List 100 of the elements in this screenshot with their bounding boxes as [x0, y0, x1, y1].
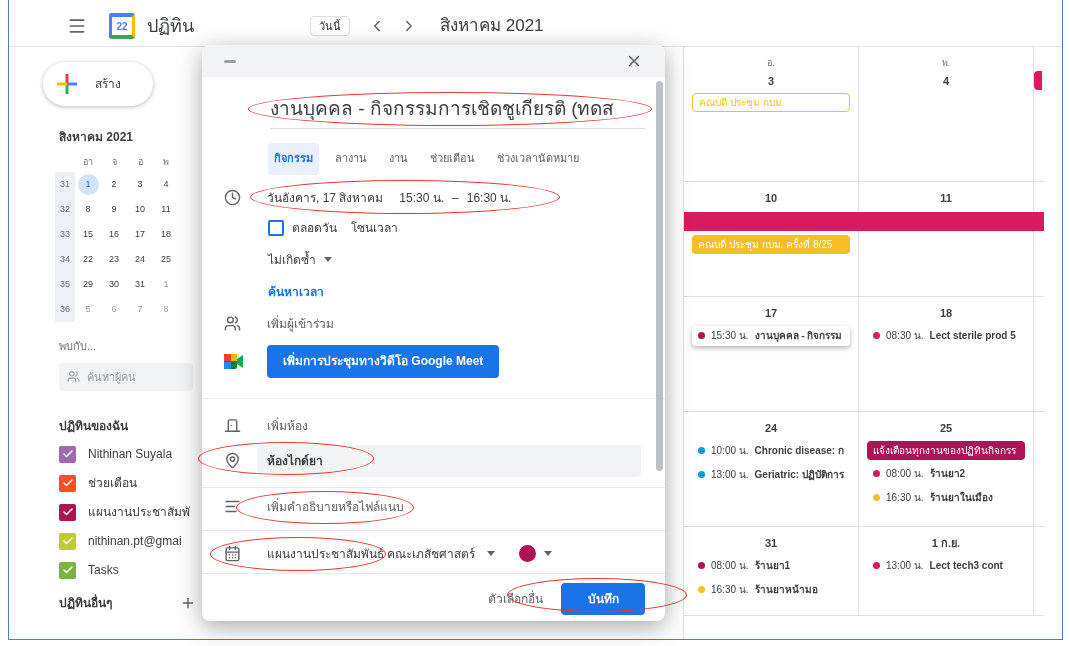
day-number[interactable]: 1 ก.ย. [859, 535, 1033, 552]
add-room-field[interactable]: เพิ่มห้อง [267, 416, 308, 435]
event-time: 10:00 น. [711, 444, 749, 458]
drag-handle-icon[interactable] [224, 59, 236, 63]
day-number[interactable]: 10 [684, 190, 858, 207]
week-number: 35 [55, 272, 75, 297]
mini-day[interactable]: 10 [129, 199, 151, 220]
search-people-field[interactable]: ค้นหาผู้คน [59, 362, 193, 391]
event-time: 13:00 น. [886, 559, 924, 573]
event-time: 15:30 น. [711, 329, 749, 343]
event-type-tab[interactable]: ช่วยเตือน [424, 142, 481, 175]
people-icon [67, 369, 80, 383]
day-number[interactable]: 25 [859, 420, 1033, 437]
meet-with-label: พบกับ... [58, 339, 98, 354]
all-day-checkbox[interactable] [268, 219, 284, 236]
event-chip[interactable] [1034, 71, 1042, 90]
day-number[interactable]: 4 [859, 72, 1033, 89]
check-icon [61, 506, 74, 518]
mini-day[interactable]: 9 [103, 199, 125, 220]
calendar-checkbox[interactable] [59, 532, 76, 550]
event-item[interactable]: 16:30 น. ร้านยาในเมือง [867, 487, 1025, 508]
menu-icon[interactable] [67, 16, 87, 36]
day-number[interactable]: 31 [684, 535, 858, 552]
color-dropdown[interactable] [519, 545, 553, 562]
week-number: 34 [55, 247, 75, 272]
date-text[interactable]: วันอังคาร, 17 สิงหาคม [267, 188, 384, 207]
calendar-checkbox[interactable] [59, 445, 76, 463]
event-title: Geriatric: ปฏิบัติการ [754, 468, 844, 482]
day-number[interactable]: 17 [684, 305, 858, 322]
mini-day[interactable]: 18 [155, 224, 177, 245]
event-item[interactable]: 13:00 น. Geriatric: ปฏิบัติการ [692, 464, 850, 485]
mini-day[interactable]: 4 [155, 174, 177, 195]
section-title: ปฏิทินของฉัน [59, 417, 128, 435]
event-item[interactable]: 13:00 น. Lect tech3 cont [867, 555, 1025, 576]
title-field[interactable]: งานบุคคล - กิจกรรมการเชิดชูเกียรติ (ทดส [270, 95, 645, 129]
event-type-tab[interactable]: กิจกรรม [268, 142, 319, 175]
event-chip[interactable]: แจ้งเตือนทุกงานของปฏิทินกิจกรร [867, 440, 1025, 460]
calendar-checkbox[interactable] [59, 474, 76, 492]
calendar-checkbox[interactable] [59, 561, 76, 579]
day-number[interactable]: 3 [684, 72, 858, 89]
event-item[interactable]: 10:00 น. Chronic disease: ก [692, 440, 850, 461]
caret-icon [544, 551, 553, 556]
mini-day[interactable]: 1 [77, 174, 99, 195]
mini-day[interactable]: 24 [129, 249, 151, 270]
week-number: 32 [55, 197, 75, 222]
event-item[interactable]: 08:30 น. Lect sterile prod 5 [867, 325, 1025, 346]
event-item[interactable]: 08:00 น. ร้านยา2 [867, 463, 1025, 484]
day-number[interactable]: 24 [684, 420, 858, 437]
mini-day[interactable]: 8 [77, 199, 99, 220]
location-field[interactable]: ห้องไกด์ยา [257, 444, 641, 477]
mini-day[interactable]: 17 [129, 224, 151, 245]
mini-day[interactable]: 15 [77, 224, 99, 245]
create-button[interactable]: สร้าง [43, 62, 153, 106]
week-number: 36 [55, 297, 75, 322]
timezone-link[interactable]: โซนเวลา [351, 218, 398, 237]
event-item[interactable]: 15:30 น. งานบุคคล - กิจกรรม [692, 325, 850, 346]
mini-day[interactable]: 30 [103, 274, 125, 295]
time-separator: – [452, 189, 459, 207]
find-time-link[interactable]: ค้นหาเวลา [268, 282, 324, 301]
event-time: 13:00 น. [711, 468, 749, 482]
description-field[interactable]: เพิ่มคำอธิบายหรือไฟล์แนบ [267, 497, 567, 516]
location-pin-icon [224, 452, 241, 469]
mini-day[interactable]: 2 [103, 174, 125, 195]
weekday-label: อ [136, 156, 144, 170]
weekday-label: อ. [766, 57, 776, 70]
room-icon [224, 417, 241, 434]
caret-icon [487, 551, 496, 556]
end-time[interactable]: 16:30 น. [466, 188, 512, 207]
all-day-label: ตลอดวัน [292, 219, 337, 237]
save-button[interactable]: บันทึก [561, 582, 645, 615]
calendar-name: Tasks [88, 562, 119, 579]
event-type-tab[interactable]: ช่วงเวลานัดหมาย [491, 142, 585, 175]
weekday-label: พ [162, 156, 170, 170]
mini-day[interactable]: 23 [103, 249, 125, 270]
mini-day[interactable]: 22 [77, 249, 99, 270]
mini-month-title: สิงหาคม 2021 [58, 129, 135, 146]
mini-day[interactable]: 25 [155, 249, 177, 270]
mini-day[interactable]: 29 [77, 274, 99, 295]
start-time[interactable]: 15:30 น. [399, 188, 445, 207]
section-title: ปฏิทินอื่นๆ [59, 593, 112, 612]
mini-day[interactable]: 11 [155, 199, 177, 220]
today-button[interactable]: วันนี้ [310, 16, 350, 36]
event-time: 16:30 น. [886, 491, 924, 505]
mini-day[interactable]: 16 [103, 224, 125, 245]
repeat-dropdown[interactable]: ไม่เกิดซ้ำ [268, 250, 645, 269]
event-type-tab[interactable]: งาน [383, 142, 414, 175]
calendar-checkbox[interactable] [59, 503, 76, 521]
add-guests-field[interactable]: เพิ่มผู้เข้าร่วม [267, 314, 334, 333]
mini-day[interactable]: 3 [129, 174, 151, 195]
calendar-dropdown[interactable]: แผนงานประชาสัมพันธ์ คณะเภสัชศาสตร์ [267, 544, 496, 563]
event-time: 08:30 น. [886, 329, 924, 343]
event-title: Chronic disease: ก [754, 444, 844, 458]
event-item[interactable]: 08:00 น. ร้านยา1 [692, 555, 850, 576]
event-type-tab[interactable]: ลางาน [329, 142, 373, 175]
day-number[interactable]: 11 [859, 190, 1033, 207]
google-meet-button[interactable]: เพิ่มการประชุมทางวิดีโอ Google Meet [267, 344, 500, 378]
calendar-name: Nithinan Suyala [88, 446, 173, 463]
event-item[interactable]: 16:30 น. ร้านยาหน้ามอ [692, 579, 850, 600]
mini-day[interactable]: 31 [129, 274, 151, 295]
day-number[interactable]: 18 [859, 305, 1033, 322]
